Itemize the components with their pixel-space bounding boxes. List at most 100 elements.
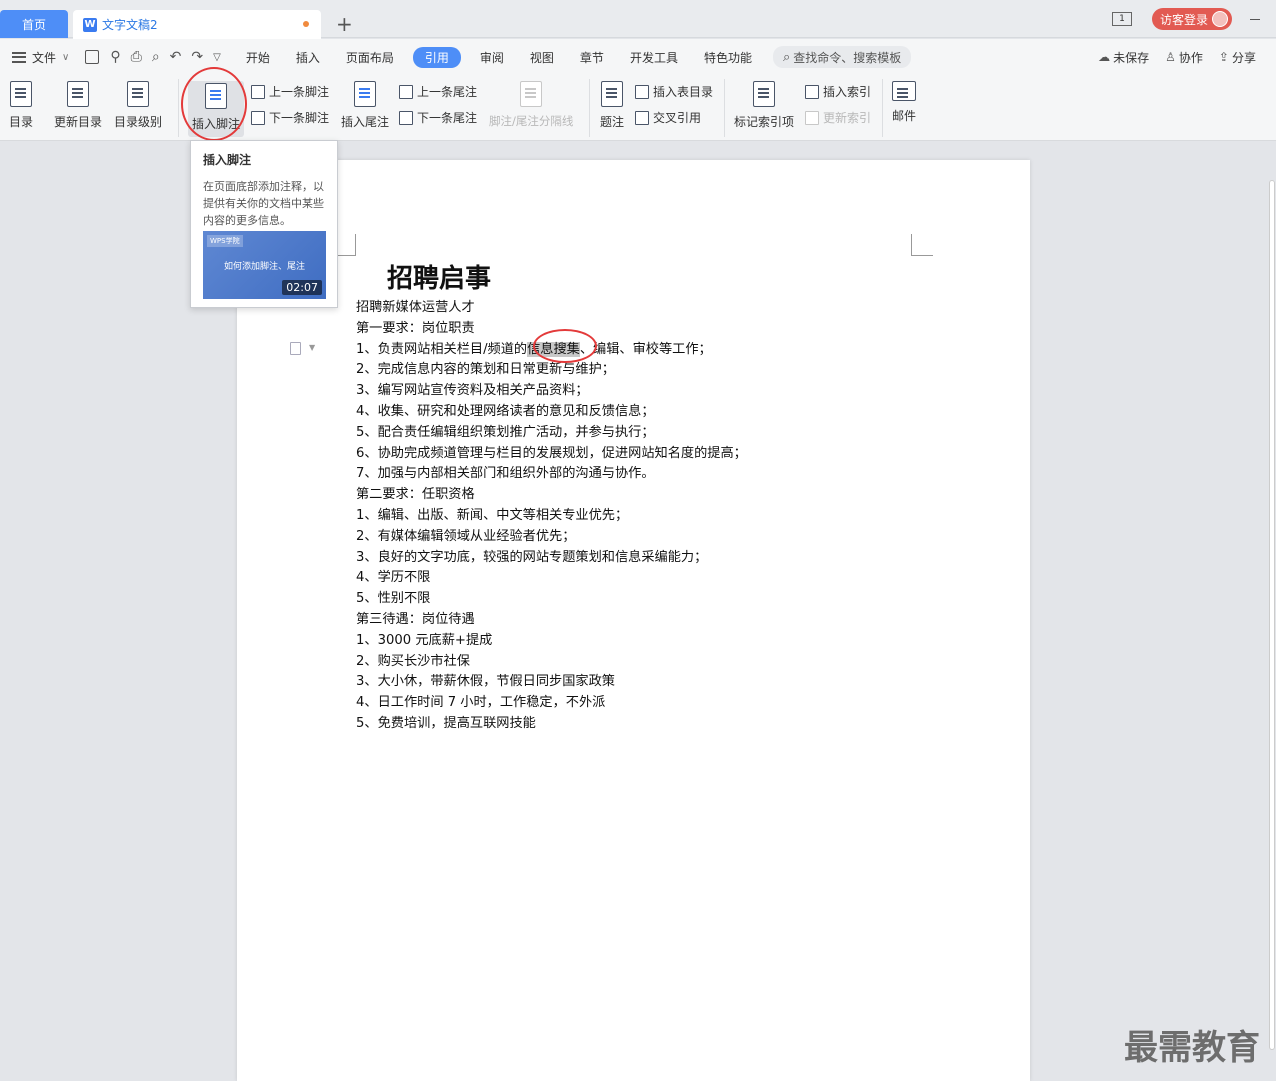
next-endnote-button[interactable]: 下一条尾注 [399,109,477,126]
menu-icon[interactable] [12,51,26,63]
share-icon: ⇪ [1218,50,1229,64]
customize-toolbar-icon[interactable]: ▽ [213,52,221,63]
insert-table-of-figures-button[interactable]: 插入表目录 [635,83,713,100]
mail-button[interactable]: 邮件 [892,81,916,124]
ribbon-toolbar: 目录 更新目录 目录级别 插入脚注 上一条脚注 下一条脚注 插入尾注 上一条尾注… [0,67,1276,141]
wps-academy-logo: WPS学院 [207,235,243,247]
prev-footnote-button[interactable]: 上一条脚注 [251,83,329,100]
page-count-icon[interactable]: 1 [1111,12,1132,26]
collaborate-button[interactable]: ♙ 协作 [1165,49,1203,66]
prev-endnote-label: 上一条尾注 [417,85,478,99]
insert-table-of-figures-label: 插入表目录 [653,85,714,99]
prev-endnote-icon [399,84,413,99]
separator-line-button[interactable]: 脚注/尾注分隔线 [489,81,573,129]
next-endnote-label: 下一条尾注 [417,111,478,125]
separator-line-label: 脚注/尾注分隔线 [489,114,574,128]
search-icon: ⌕ [782,49,791,65]
document-tab-label: 文字文稿2 [102,18,158,32]
cross-reference-icon [635,110,649,125]
print-preview-icon[interactable]: ⌕ [152,49,160,65]
toc-level-button[interactable]: 目录级别 [114,81,162,130]
save-icon[interactable] [85,50,100,64]
paragraph: 2、购买长沙市社保 [356,653,470,669]
paragraph: 2、完成信息内容的策划和日常更新与维护； [356,362,615,378]
paragraph-handle-icon[interactable] [290,342,301,355]
wps-writer-icon: W [83,17,97,32]
visitor-login-button[interactable]: 访客登录 [1151,8,1232,30]
watermark-text: 最需教育 [1124,1028,1260,1068]
tab-start[interactable]: 开始 [233,49,283,66]
minimize-icon[interactable] [1250,18,1260,20]
login-label: 访客登录 [1159,12,1208,27]
avatar-icon [1212,11,1228,27]
tab-document[interactable]: W 文字文稿2 [73,10,321,39]
command-search-input[interactable]: ⌕ 查找命令、搜索模板 [772,46,912,68]
paragraph: 3、大小休，带薪休假，节假日同步国家政策 [356,674,615,690]
tab-special-features[interactable]: 特色功能 [691,49,765,66]
new-tab-button[interactable]: + [336,12,353,36]
toc-button[interactable]: 目录 [9,81,33,130]
toc-level-icon [127,81,149,107]
tab-references[interactable]: 引用 [412,46,461,68]
cross-reference-label: 交叉引用 [653,111,702,125]
undo-icon[interactable]: ↶ [170,49,182,65]
document-body[interactable]: 招聘新媒体运营人才 第一要求：岗位职责 1、负责网站相关栏目/频道的信息搜集、编… [356,298,747,735]
toc-label: 目录 [9,115,34,129]
scrollbar-thumb[interactable] [1269,180,1275,1050]
next-footnote-icon [251,110,265,125]
print-icon[interactable]: ⎙ [131,49,142,65]
chevron-down-icon[interactable]: ∨ [62,52,69,63]
tooltip-title: 插入脚注 [203,153,252,167]
paragraph: 1、编辑、出版、新闻、中文等相关专业优先； [356,507,629,523]
caption-button[interactable]: 题注 [600,81,624,130]
text-run: 1、负责网站相关栏目/频道的 [356,341,528,357]
unsaved-dot-icon [303,21,309,27]
menu-bar: 文件 ∨ ⚲ ⎙ ⌕ ↶ ↷ ▽ 开始 插入 页面布局 引用 审阅 视图 章节 … [0,39,1276,75]
tab-sections[interactable]: 章节 [567,49,617,66]
document-title: 招聘启事 [387,264,492,294]
mark-index-label: 标记索引项 [734,115,795,129]
insert-index-button[interactable]: 插入索引 [805,83,871,100]
tab-page-layout[interactable]: 页面布局 [333,49,407,66]
update-toc-button[interactable]: 更新目录 [54,81,102,130]
tab-view[interactable]: 视图 [517,49,567,66]
file-menu[interactable]: 文件 [32,49,56,66]
text-run: 、编辑、审校等工作； [579,341,712,357]
redo-icon[interactable]: ↷ [191,49,203,65]
search-placeholder: 查找命令、搜索模板 [793,50,902,65]
insert-index-icon [805,84,819,99]
tutorial-video-thumbnail[interactable]: WPS学院 如何添加脚注、尾注 02:07 [203,231,326,299]
prev-footnote-label: 上一条脚注 [269,85,330,99]
cross-reference-button[interactable]: 交叉引用 [635,109,701,126]
cloud-icon: ☁ [1098,50,1111,64]
update-index-button[interactable]: 更新索引 [805,109,871,126]
prev-endnote-button[interactable]: 上一条尾注 [399,83,477,100]
format-painter-icon[interactable]: ⚲ [110,49,120,65]
table-of-figures-icon [635,84,649,99]
chevron-down-icon[interactable]: ▼ [309,343,315,352]
ribbon-divider [178,79,179,137]
paragraph: 3、编写网站宣传资料及相关产品资料； [356,383,589,399]
tab-review[interactable]: 审阅 [467,49,517,66]
caption-label: 题注 [600,115,625,129]
tab-insert[interactable]: 插入 [283,49,333,66]
unsaved-status[interactable]: ☁ 未保存 [1098,49,1149,66]
prev-footnote-icon [251,84,265,99]
next-footnote-button[interactable]: 下一条脚注 [251,109,329,126]
toc-level-label: 目录级别 [114,115,163,129]
tab-home[interactable]: 首页 [0,10,68,38]
update-index-label: 更新索引 [823,111,872,125]
share-label: 分享 [1231,50,1256,65]
collaborate-label: 协作 [1178,50,1203,65]
tab-developer[interactable]: 开发工具 [617,49,691,66]
annotation-circle [533,329,597,363]
paragraph: 3、良好的文字功底，较强的网站专题策划和信息采编能力； [356,549,708,565]
share-button[interactable]: ⇪ 分享 [1219,49,1256,66]
next-footnote-label: 下一条脚注 [269,111,330,125]
paragraph: 5、配合责任编辑组织策划推广活动，并参与执行； [356,424,655,440]
mark-index-icon [753,81,775,107]
mark-index-button[interactable]: 标记索引项 [734,81,794,130]
insert-endnote-button[interactable]: 插入尾注 [341,81,389,130]
paragraph: 7、加强与内部相关部门和组织外部的沟通与协作。 [356,466,655,482]
video-duration: 02:07 [282,280,322,295]
